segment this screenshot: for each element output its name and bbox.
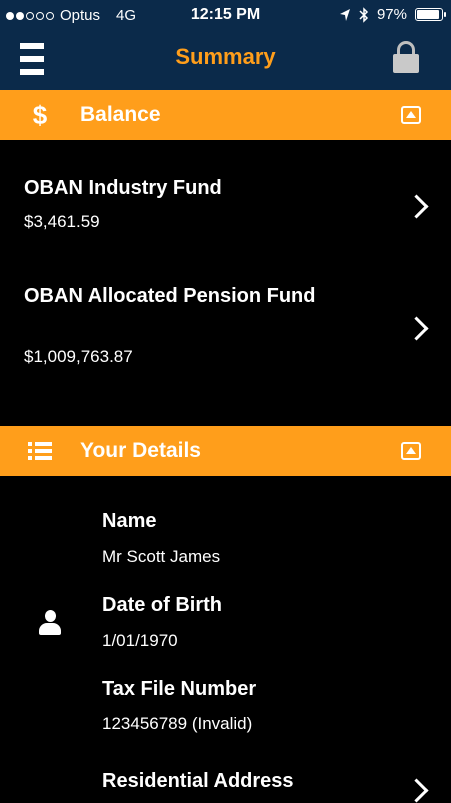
battery-percent: 97% [376,6,407,23]
fund-row-industry[interactable]: OBAN Industry Fund $3,461.59 [0,160,451,250]
residential-address-row[interactable]: Residential Address [0,760,451,803]
status-bar: Optus 4G 12:15 PM 97% [0,0,451,32]
lock-button[interactable] [393,41,419,73]
status-right: 97% [339,6,446,23]
list-icon [28,442,52,460]
detail-value-tfn: 123456789 (Invalid) [102,714,253,733]
battery-icon [415,8,446,21]
fund-amount: $1,009,763.87 [24,347,133,366]
detail-label-address: Residential Address [102,770,294,792]
person-icon [38,610,62,636]
dollar-icon: $ [32,99,48,130]
detail-label-dob: Date of Birth [102,594,222,616]
chevron-right-icon [404,778,429,803]
collapse-balance-icon[interactable] [401,106,421,124]
balance-section-title: Balance [80,103,161,126]
fund-name: OBAN Allocated Pension Fund [24,285,316,307]
chevron-right-icon [404,316,429,341]
balance-section-header[interactable]: $ Balance [0,90,451,140]
detail-label-tfn: Tax File Number [102,678,257,700]
chevron-right-icon [404,194,429,219]
detail-value-name: Mr Scott James [102,547,221,566]
bluetooth-icon [359,6,369,23]
page-title: Summary [175,44,276,69]
fund-row-pension[interactable]: OBAN Allocated Pension Fund $1,009,763.8… [0,270,451,390]
details-section-header[interactable]: Your Details [0,426,451,476]
detail-value-dob: 1/01/1970 [102,631,178,650]
top-bar: Optus 4G 12:15 PM 97% Summary [0,0,451,90]
collapse-details-icon[interactable] [401,442,421,460]
fund-name: OBAN Industry Fund [24,177,222,199]
fund-amount: $3,461.59 [24,212,100,231]
detail-label-name: Name [102,510,157,532]
location-arrow-icon [339,8,350,21]
details-section-title: Your Details [80,439,201,462]
